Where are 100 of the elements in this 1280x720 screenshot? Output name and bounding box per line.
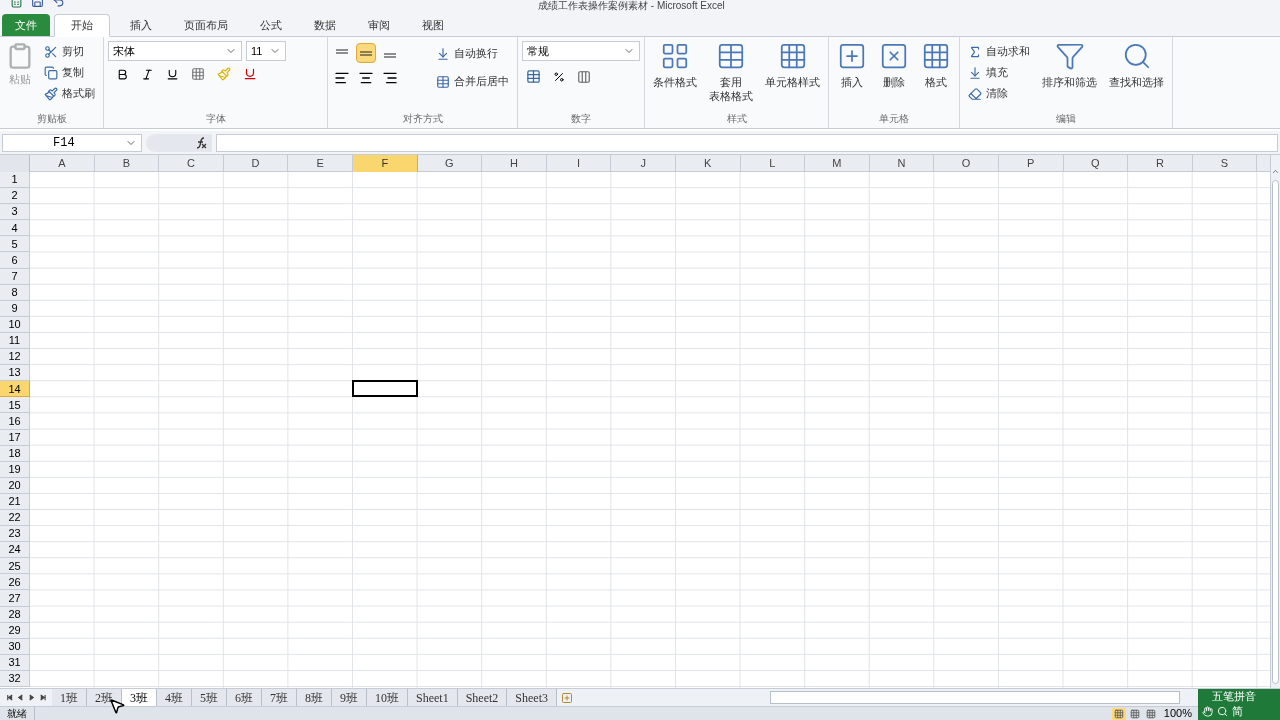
file-tab[interactable]: 文件 bbox=[2, 14, 50, 36]
horizontal-scrollbar[interactable] bbox=[770, 691, 1180, 704]
selected-cell[interactable] bbox=[352, 380, 418, 398]
style-icon bbox=[716, 41, 746, 71]
button-label-line: 插入 bbox=[841, 75, 863, 89]
sheet-tab[interactable]: 5班 bbox=[192, 689, 227, 706]
formula-field[interactable] bbox=[216, 133, 1278, 152]
row-header[interactable]: 12 bbox=[0, 349, 30, 366]
sheet-tab[interactable]: Sheet1 bbox=[408, 689, 458, 706]
view-button[interactable] bbox=[1111, 707, 1126, 720]
vertical-align-button[interactable] bbox=[356, 43, 376, 63]
percent-icon[interactable] bbox=[553, 70, 565, 83]
sheet-nav-icon[interactable] bbox=[39, 694, 46, 701]
row-header[interactable]: 16 bbox=[0, 413, 30, 430]
sheet-tab[interactable]: 7班 bbox=[262, 689, 297, 706]
row-header[interactable]: 26 bbox=[0, 574, 30, 591]
merge-center-button[interactable]: 合并后居中 bbox=[432, 71, 513, 92]
group-label: 样式 bbox=[725, 112, 748, 126]
border-icon[interactable] bbox=[191, 67, 205, 81]
style-button[interactable]: 套用 表格格式 bbox=[705, 41, 757, 103]
zoom-level[interactable]: 100% bbox=[1163, 705, 1192, 720]
function-icon[interactable] bbox=[194, 135, 208, 150]
row-header[interactable]: 5 bbox=[0, 236, 30, 253]
style-button[interactable]: 条件格式 bbox=[649, 41, 701, 89]
horizontal-align-icon[interactable] bbox=[358, 70, 374, 86]
editing-button[interactable]: 清除 bbox=[964, 83, 1034, 104]
style-button[interactable]: 单元格样式 bbox=[761, 41, 824, 89]
ribbon-tab[interactable]: 数据 bbox=[298, 14, 352, 37]
button-label-line: 表格格式 bbox=[709, 89, 753, 103]
ribbon-tab[interactable]: 页面布局 bbox=[168, 14, 244, 37]
name-box[interactable]: F14 bbox=[2, 133, 142, 152]
sheet-tab[interactable]: 10班 bbox=[367, 689, 408, 706]
search-icon[interactable] bbox=[1217, 705, 1228, 717]
ribbon-tab[interactable]: 开始 bbox=[54, 14, 110, 37]
clipboard-button[interactable]: 复制 bbox=[40, 62, 99, 83]
wrap-text-button[interactable]: 自动换行 bbox=[432, 43, 513, 64]
sheet-tab[interactable]: 4班 bbox=[157, 689, 192, 706]
cells-icon bbox=[837, 41, 867, 71]
bold-icon[interactable] bbox=[116, 67, 129, 81]
sheet-tab[interactable]: 6班 bbox=[227, 689, 262, 706]
ribbon-tab[interactable]: 视图 bbox=[406, 14, 460, 37]
wrap-text-icon bbox=[436, 46, 450, 61]
group-label: 对齐方式 bbox=[401, 112, 444, 126]
row-header[interactable]: 27 bbox=[0, 590, 30, 607]
ribbon-tab[interactable]: 审阅 bbox=[352, 14, 406, 37]
ime-mode[interactable]: 简 bbox=[1232, 704, 1243, 718]
horizontal-align-icon[interactable] bbox=[382, 70, 398, 86]
button-label-line: 格式 bbox=[925, 75, 947, 89]
row-header[interactable]: 6 bbox=[0, 252, 30, 269]
button-label-line: 排序和筛选 bbox=[1042, 75, 1097, 89]
editing-big-button[interactable]: 查找和选择 bbox=[1105, 41, 1168, 89]
sheet-tab[interactable]: Sheet3 bbox=[507, 689, 557, 706]
sheet-tab[interactable]: 3班 bbox=[122, 688, 157, 706]
row-header[interactable]: 3 bbox=[0, 204, 30, 221]
row-header[interactable]: 23 bbox=[0, 526, 30, 543]
sheet-tab[interactable]: Sheet2 bbox=[457, 689, 508, 706]
italic-icon[interactable] bbox=[141, 67, 154, 81]
sheet-nav-icon[interactable] bbox=[6, 694, 13, 701]
column-header[interactable]: F bbox=[352, 155, 418, 172]
row-header[interactable]: 1 bbox=[0, 172, 30, 189]
button-label-line: 单元格样式 bbox=[765, 75, 820, 89]
cells-button[interactable]: 删除 bbox=[875, 41, 913, 89]
row-header[interactable]: 25 bbox=[0, 558, 30, 575]
group-label: 字体 bbox=[204, 112, 227, 126]
ribbon-tab[interactable]: 公式 bbox=[244, 14, 298, 37]
row-header[interactable]: 24 bbox=[0, 542, 30, 559]
font-size-field[interactable]: 11 bbox=[246, 41, 286, 61]
sheet-tab[interactable]: 2班 bbox=[87, 689, 122, 706]
fill-color-icon[interactable] bbox=[217, 67, 231, 81]
row-header[interactable]: 13 bbox=[0, 365, 30, 382]
font-name-field[interactable]: 宋体 bbox=[108, 41, 242, 61]
row-header[interactable]: 14 bbox=[0, 381, 30, 398]
group-label: 编辑 bbox=[1055, 112, 1077, 126]
cells-button[interactable]: 插入 bbox=[833, 41, 871, 89]
horizontal-align-icon[interactable] bbox=[334, 70, 350, 86]
sheet-tab[interactable]: 9班 bbox=[332, 689, 367, 706]
row-header[interactable]: 15 bbox=[0, 397, 30, 414]
scroll-up-icon[interactable] bbox=[1271, 167, 1280, 176]
sheet-tab[interactable]: 8班 bbox=[297, 689, 332, 706]
style-icon bbox=[660, 41, 690, 71]
group-label: 单元格 bbox=[878, 112, 910, 126]
ime-toolbar[interactable]: 五笔拼音 简 bbox=[1198, 689, 1280, 720]
underline-icon[interactable] bbox=[166, 67, 179, 81]
font-color-icon[interactable] bbox=[243, 67, 257, 81]
row-header[interactable]: 4 bbox=[0, 220, 30, 237]
status-text: 就绪 bbox=[0, 706, 35, 720]
cells-icon bbox=[879, 41, 909, 71]
hand-icon[interactable] bbox=[1202, 705, 1213, 717]
row-header[interactable]: 2 bbox=[0, 188, 30, 205]
cells-button[interactable]: 格式 bbox=[917, 41, 955, 89]
align-icon bbox=[360, 48, 372, 58]
ribbon-tab[interactable]: 插入 bbox=[114, 14, 168, 37]
editing-big-button[interactable]: 排序和筛选 bbox=[1038, 41, 1101, 89]
editing-button[interactable]: 填充 bbox=[964, 62, 1034, 83]
clipboard-button[interactable]: 剪切 bbox=[40, 41, 99, 62]
editing-button[interactable]: 自动求和 bbox=[964, 41, 1034, 62]
group-label: 数字 bbox=[570, 112, 592, 126]
number-format-field[interactable]: 常规 bbox=[522, 41, 640, 61]
clipboard-button[interactable]: 格式刷 bbox=[40, 83, 99, 104]
sheet-tab[interactable]: 1班 bbox=[52, 689, 87, 706]
